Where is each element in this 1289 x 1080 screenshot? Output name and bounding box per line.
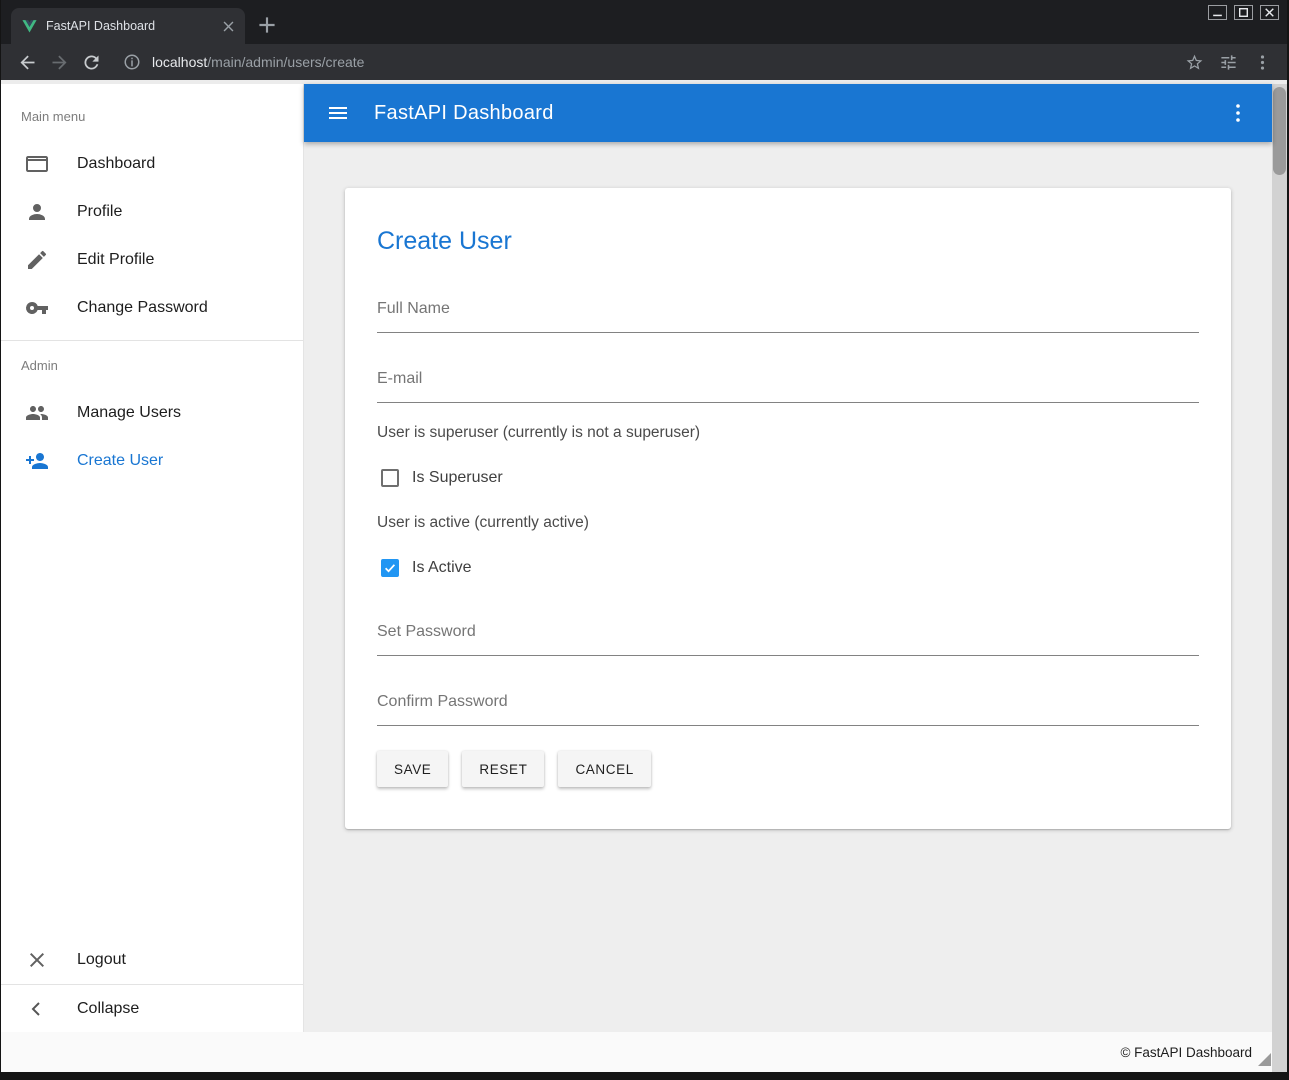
new-tab-button[interactable] xyxy=(254,12,280,38)
tab-title: FastAPI Dashboard xyxy=(46,19,212,33)
page-footer: © FastAPI Dashboard xyxy=(1,1032,1272,1072)
reset-button[interactable]: RESET xyxy=(462,751,544,787)
hamburger-menu-icon[interactable] xyxy=(326,101,350,125)
browser-toolbar: localhost/main/admin/users/create xyxy=(1,44,1287,80)
app-area: Main menu Dashboard Profile Edit Profile xyxy=(1,80,1287,1072)
chevron-left-icon xyxy=(25,997,49,1021)
form-actions: SAVE RESET CANCEL xyxy=(377,751,1199,787)
minimize-button[interactable] xyxy=(1208,5,1227,20)
create-user-card: Create User User is superuser (currently… xyxy=(345,188,1231,829)
full-name-field[interactable] xyxy=(377,294,1199,333)
sidebar-item-label: Create User xyxy=(77,452,163,470)
forward-icon[interactable] xyxy=(43,46,75,78)
sidebar-collapse-toggle[interactable]: Collapse xyxy=(1,984,303,1032)
appbar-menu-kebab-icon[interactable] xyxy=(1226,101,1250,125)
checkbox-checked-icon xyxy=(381,559,399,577)
address-bar[interactable]: localhost/main/admin/users/create xyxy=(152,54,1175,70)
sidebar-item-label: Change Password xyxy=(77,299,208,317)
sidebar-item-label: Logout xyxy=(77,951,126,969)
url-path: /main/admin/users/create xyxy=(207,54,364,70)
people-icon xyxy=(25,401,49,425)
resize-grip[interactable] xyxy=(1258,1053,1271,1066)
checkbox-unchecked-icon xyxy=(381,469,399,487)
page-info-icon[interactable] xyxy=(123,53,141,71)
cancel-button[interactable]: CANCEL xyxy=(558,751,650,787)
tune-icon[interactable] xyxy=(1213,47,1243,77)
sidebar-item-edit-profile[interactable]: Edit Profile xyxy=(1,236,303,284)
sidebar-section-admin: Admin xyxy=(1,341,303,389)
checkbox-label: Is Superuser xyxy=(412,469,503,487)
scrollbar-thumb[interactable] xyxy=(1273,87,1286,175)
sidebar: Main menu Dashboard Profile Edit Profile xyxy=(1,84,304,1032)
checkbox-label: Is Active xyxy=(412,559,472,577)
person-icon xyxy=(25,200,49,224)
set-password-field[interactable] xyxy=(377,617,1199,656)
copyright-text: © FastAPI Dashboard xyxy=(1120,1045,1252,1060)
sidebar-item-profile[interactable]: Profile xyxy=(1,188,303,236)
browser-window: FastAPI Dashboard xyxy=(0,0,1289,1080)
superuser-note: User is superuser (currently is not a su… xyxy=(377,423,1199,443)
scrollbar-track[interactable] xyxy=(1272,84,1287,1072)
sidebar-item-change-password[interactable]: Change Password xyxy=(1,284,303,332)
person-add-icon xyxy=(25,449,49,473)
key-icon xyxy=(25,296,49,320)
tab-strip: FastAPI Dashboard xyxy=(1,0,1287,44)
vue-favicon-icon xyxy=(21,18,38,35)
active-note: User is active (currently active) xyxy=(377,513,1199,533)
browser-menu-kebab-icon[interactable] xyxy=(1247,47,1277,77)
is-active-checkbox[interactable]: Is Active xyxy=(381,559,1199,577)
appbar-title: FastAPI Dashboard xyxy=(374,102,1202,125)
sidebar-item-label: Profile xyxy=(77,203,122,221)
sidebar-item-manage-users[interactable]: Manage Users xyxy=(1,389,303,437)
close-icon xyxy=(25,948,49,972)
page-title: Create User xyxy=(377,226,1199,256)
close-window-button[interactable] xyxy=(1260,5,1279,20)
sidebar-item-dashboard[interactable]: Dashboard xyxy=(1,140,303,188)
save-button[interactable]: SAVE xyxy=(377,751,448,787)
page-content: Create User User is superuser (currently… xyxy=(304,142,1272,1032)
sidebar-item-create-user[interactable]: Create User xyxy=(1,437,303,485)
sidebar-item-label: Edit Profile xyxy=(77,251,154,269)
dashboard-icon xyxy=(25,152,49,176)
confirm-password-field[interactable] xyxy=(377,687,1199,726)
maximize-button[interactable] xyxy=(1234,5,1253,20)
back-icon[interactable] xyxy=(11,46,43,78)
sidebar-item-label: Manage Users xyxy=(77,404,181,422)
tab-close-icon[interactable] xyxy=(220,18,237,35)
pencil-icon xyxy=(25,248,49,272)
reload-icon[interactable] xyxy=(75,46,107,78)
email-field[interactable] xyxy=(377,364,1199,403)
appbar: FastAPI Dashboard xyxy=(304,84,1272,142)
sidebar-item-logout[interactable]: Logout xyxy=(1,936,303,984)
sidebar-item-label: Collapse xyxy=(77,1000,139,1018)
url-host: localhost xyxy=(152,54,207,70)
main-area: FastAPI Dashboard Create User User is su… xyxy=(304,84,1272,1032)
bookmark-star-icon[interactable] xyxy=(1179,47,1209,77)
browser-tab[interactable]: FastAPI Dashboard xyxy=(11,8,245,44)
window-controls xyxy=(1208,5,1279,20)
sidebar-section-main-menu: Main menu xyxy=(1,84,303,140)
sidebar-item-label: Dashboard xyxy=(77,155,155,173)
is-superuser-checkbox[interactable]: Is Superuser xyxy=(381,469,1199,487)
